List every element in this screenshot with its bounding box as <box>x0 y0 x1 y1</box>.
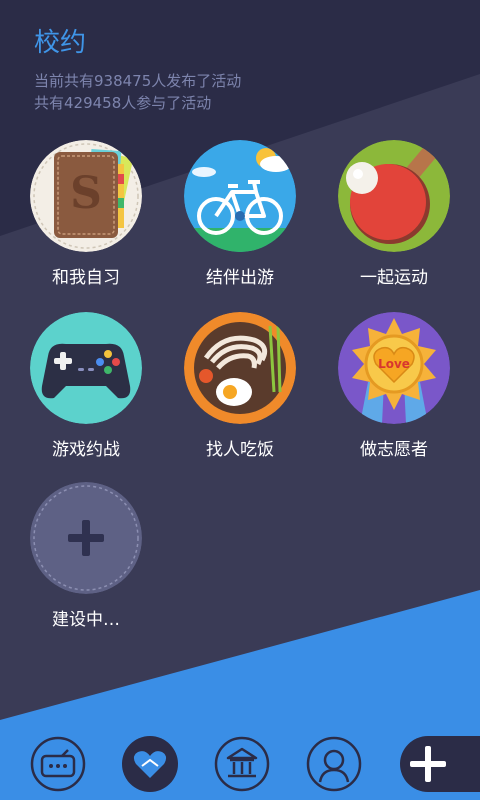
app-screen: 校约 当前共有938475人发布了活动 共有429458人参与了活动 S 和我自… <box>0 0 480 800</box>
notebook-icon: S <box>30 140 142 252</box>
activity-dining[interactable]: 找人吃饭 <box>170 312 310 462</box>
activity-volunteer[interactable]: Love 做志愿者 <box>324 312 464 462</box>
activity-under-construction[interactable]: 建设中… <box>16 482 156 632</box>
svg-text:S: S <box>70 168 102 219</box>
bicycle-icon <box>184 140 296 252</box>
chat-bubble-icon <box>30 736 86 792</box>
plus-icon <box>30 482 142 594</box>
activity-label: 一起运动 <box>360 268 428 288</box>
gamepad-icon <box>30 312 142 424</box>
activity-label: 找人吃饭 <box>206 440 274 460</box>
activity-tab[interactable] <box>122 736 178 792</box>
activity-travel[interactable]: 结伴出游 <box>170 140 310 290</box>
message-tab[interactable] <box>30 736 86 792</box>
joined-count-text: 共有429458人参与了活动 <box>34 94 212 112</box>
header: 校约 当前共有938475人发布了活动 共有429458人参与了活动 <box>34 26 241 114</box>
published-count-text: 当前共有938475人发布了活动 <box>34 72 242 90</box>
profile-tab[interactable] <box>306 736 362 792</box>
activity-label: 游戏约战 <box>52 440 120 460</box>
add-tab[interactable] <box>400 736 480 792</box>
noodle-bowl-icon <box>184 312 296 424</box>
activity-label: 和我自习 <box>52 268 120 288</box>
activity-study[interactable]: S 和我自习 <box>16 140 156 290</box>
love-medal-icon: Love <box>338 312 450 424</box>
plus-icon <box>410 746 446 782</box>
app-title: 校约 <box>34 28 87 58</box>
activity-sports[interactable]: 一起运动 <box>324 140 464 290</box>
ping-pong-icon <box>338 140 450 252</box>
activity-game[interactable]: 游戏约战 <box>16 312 156 462</box>
activity-label: 结伴出游 <box>206 268 274 288</box>
activity-stats: 当前共有938475人发布了活动 共有429458人参与了活动 <box>34 70 241 114</box>
activity-label: 做志愿者 <box>360 440 428 460</box>
activity-label: 建设中… <box>52 610 120 630</box>
person-icon <box>306 736 362 792</box>
campus-tab[interactable] <box>214 736 270 792</box>
building-icon <box>214 736 270 792</box>
heart-handshake-icon <box>122 736 178 792</box>
bottom-tab-bar <box>0 726 480 800</box>
medal-text: Love <box>378 357 410 371</box>
